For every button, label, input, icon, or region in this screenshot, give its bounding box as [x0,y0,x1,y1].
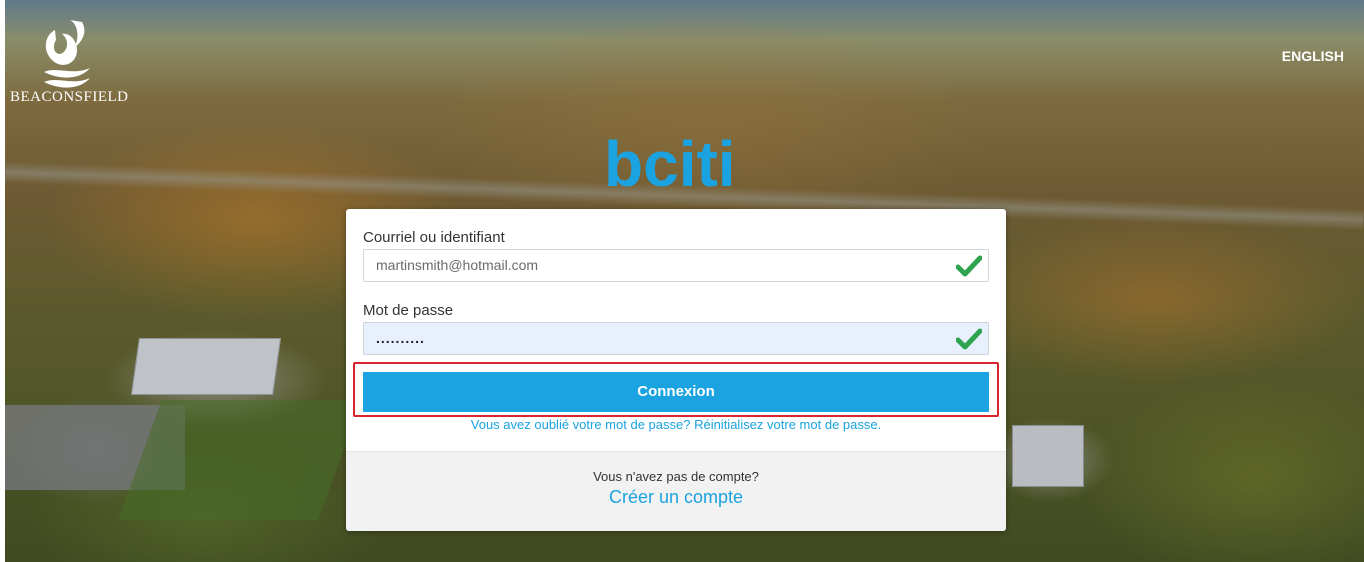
email-field[interactable]: martinsmith@hotmail.com [363,249,989,282]
commercial-building [1012,425,1084,487]
forgot-password-link[interactable]: Vous avez oublié votre mot de passe? Réi… [346,417,1006,432]
svg-text:bciti: bciti [604,128,736,198]
email-value: martinsmith@hotmail.com [376,257,539,273]
language-switch-link[interactable]: ENGLISH [1282,48,1344,64]
school-building [130,338,282,395]
check-icon [956,255,982,277]
login-card: Courriel ou identifiant martinsmith@hotm… [346,209,1006,531]
password-label: Mot de passe [363,302,454,319]
email-label: Courriel ou identifiant [363,229,505,246]
no-account-text: Vous n'avez pas de compte? [593,469,759,484]
check-icon [956,328,982,350]
logo-text: BEACONSFIELD [10,89,129,105]
password-value: .......... [376,330,425,346]
create-account-link[interactable]: Créer un compte [346,487,1006,508]
bciti-brand-logo: bciti [604,128,736,198]
signup-footer: Vous n'avez pas de compte? Créer un comp… [346,451,1006,531]
password-field[interactable]: .......... [363,322,989,355]
login-button[interactable]: Connexion [363,372,989,412]
